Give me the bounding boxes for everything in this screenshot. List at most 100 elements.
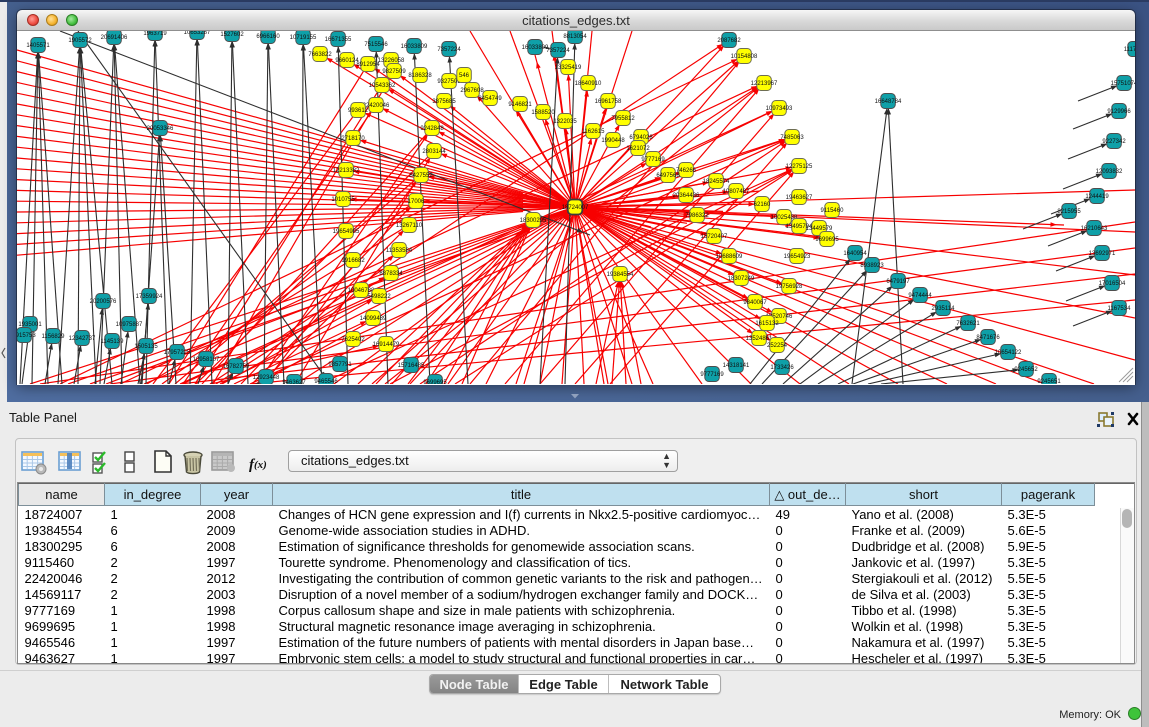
svg-text:20691406: 20691406 (101, 35, 128, 41)
svg-text:13692971: 13692971 (1089, 251, 1116, 257)
svg-text:20200576: 20200576 (90, 299, 117, 305)
svg-text:10807487: 10807487 (723, 189, 750, 195)
svg-text:7357224: 7357224 (546, 48, 570, 54)
svg-text:9146821: 9146821 (508, 102, 532, 108)
svg-text:1527602: 1527602 (220, 32, 244, 38)
svg-text:13325419: 13325419 (555, 65, 582, 71)
svg-text:1588520: 1588520 (531, 110, 555, 116)
svg-text:7485063: 7485063 (780, 135, 804, 141)
svg-text:9465546: 9465546 (314, 379, 338, 384)
svg-text:7986322: 7986322 (685, 213, 709, 219)
svg-text:15720407: 15720407 (701, 234, 728, 240)
svg-text:1010755: 1010755 (331, 197, 355, 203)
svg-text:18300295: 18300295 (520, 218, 547, 224)
svg-text:11353584: 11353584 (386, 248, 413, 254)
svg-text:1167534: 1167534 (1108, 306, 1132, 312)
svg-text:1640954: 1640954 (843, 251, 867, 257)
svg-text:9857791: 9857791 (328, 362, 352, 368)
svg-text:8215955: 8215955 (1057, 209, 1081, 215)
svg-text:6497568: 6497568 (656, 173, 680, 179)
svg-text:546: 546 (459, 73, 470, 79)
svg-text:1505135: 1505135 (134, 344, 158, 350)
svg-text:13524861: 13524861 (746, 336, 773, 342)
svg-text:2935114: 2935114 (932, 306, 956, 312)
svg-text:1145139: 1145139 (101, 339, 125, 345)
svg-text:12213382: 12213382 (333, 168, 360, 174)
svg-text:12213967: 12213967 (751, 81, 778, 87)
svg-text:9699695: 9699695 (423, 380, 447, 384)
svg-text:10958107: 10958107 (193, 357, 220, 363)
svg-text:9463627: 9463627 (282, 380, 306, 384)
svg-text:(x): (x) (254, 459, 267, 471)
svg-text:8454749: 8454749 (478, 96, 502, 102)
svg-text:7632621: 7632621 (956, 321, 980, 327)
svg-text:18245574: 18245574 (703, 179, 730, 185)
svg-text:7357224: 7357224 (437, 47, 461, 53)
svg-text:17016504: 17016504 (1099, 281, 1126, 287)
svg-text:9827509: 9827509 (382, 69, 406, 75)
svg-text:9129966: 9129966 (1107, 109, 1131, 115)
svg-text:10719155: 10719155 (290, 35, 317, 41)
svg-text:15751074: 15751074 (1111, 81, 1135, 87)
svg-text:8427552: 8427552 (409, 173, 433, 179)
svg-text:17006: 17006 (408, 199, 425, 205)
svg-text:3915753: 3915753 (17, 333, 36, 339)
svg-text:7625402: 7625402 (341, 337, 365, 343)
svg-text:252254: 252254 (767, 343, 788, 349)
svg-text:1733426: 1733426 (770, 365, 794, 371)
svg-text:18640910: 18640910 (575, 81, 602, 87)
svg-text:10688609: 10688609 (716, 254, 743, 260)
svg-text:2087682: 2087682 (717, 38, 741, 44)
svg-text:9242848: 9242848 (420, 126, 444, 132)
svg-text:9227342: 9227342 (1102, 139, 1126, 145)
svg-text:19384554: 19384554 (607, 272, 634, 278)
svg-text:1156829: 1156829 (42, 334, 66, 340)
svg-text:9699695: 9699695 (815, 237, 839, 243)
svg-text:10973493: 10973493 (766, 106, 793, 112)
svg-text:2803144: 2803144 (422, 149, 446, 155)
svg-text:1615132: 1615132 (755, 321, 779, 327)
svg-text:9115460: 9115460 (821, 208, 845, 214)
svg-text:15716485: 15716485 (398, 363, 425, 369)
svg-text:19654923: 19654923 (784, 254, 811, 260)
svg-text:1621072: 1621072 (626, 146, 650, 152)
svg-text:1162615: 1162615 (582, 129, 606, 135)
svg-text:14318141: 14318141 (723, 363, 750, 369)
svg-text:62160: 62160 (754, 202, 771, 208)
svg-text:9474444: 9474444 (908, 293, 932, 299)
svg-text:8471676: 8471676 (976, 335, 1000, 341)
svg-text:993612: 993612 (348, 108, 369, 114)
svg-text:1916682: 1916682 (341, 258, 365, 264)
svg-text:7663822: 7663822 (308, 52, 332, 58)
svg-text:1905572: 1905572 (68, 38, 92, 44)
svg-text:2967608: 2967608 (460, 88, 484, 94)
svg-text:1963719: 1963719 (143, 31, 167, 37)
svg-text:8186328: 8186328 (408, 73, 432, 79)
svg-text:8938923: 8938923 (860, 263, 884, 269)
svg-text:2718170: 2718170 (341, 136, 365, 142)
svg-text:16648784: 16648784 (875, 99, 902, 105)
svg-text:18724007: 18724007 (562, 205, 589, 211)
svg-text:19463627: 19463627 (786, 195, 813, 201)
svg-text:8813054: 8813054 (563, 34, 587, 40)
svg-text:9245652: 9245652 (1014, 367, 1038, 373)
svg-text:1244419: 1244419 (1085, 194, 1109, 200)
svg-text:16210643: 16210643 (1081, 226, 1108, 232)
svg-text:10975887: 10975887 (116, 322, 143, 328)
svg-text:16671355: 16671355 (325, 37, 352, 43)
svg-text:9840067: 9840067 (743, 300, 767, 306)
svg-text:16961758: 16961758 (595, 99, 622, 105)
svg-text:19654985: 19654985 (333, 229, 360, 235)
svg-text:1322035: 1322035 (553, 119, 577, 125)
svg-text:13267110: 13267110 (396, 223, 423, 229)
svg-text:10154808: 10154808 (731, 54, 758, 60)
svg-text:16914479: 16914479 (373, 342, 400, 348)
svg-text:9777169: 9777169 (700, 372, 724, 378)
svg-text:12093832: 12093832 (1096, 169, 1123, 175)
svg-text:1117534: 1117534 (1124, 47, 1135, 53)
svg-text:1405571: 1405571 (26, 43, 50, 49)
svg-text:16782759: 16782759 (223, 364, 250, 370)
svg-text:10543362: 10543362 (369, 83, 396, 89)
svg-text:12275125: 12275125 (786, 164, 813, 170)
svg-text:16033809: 16033809 (522, 45, 549, 51)
